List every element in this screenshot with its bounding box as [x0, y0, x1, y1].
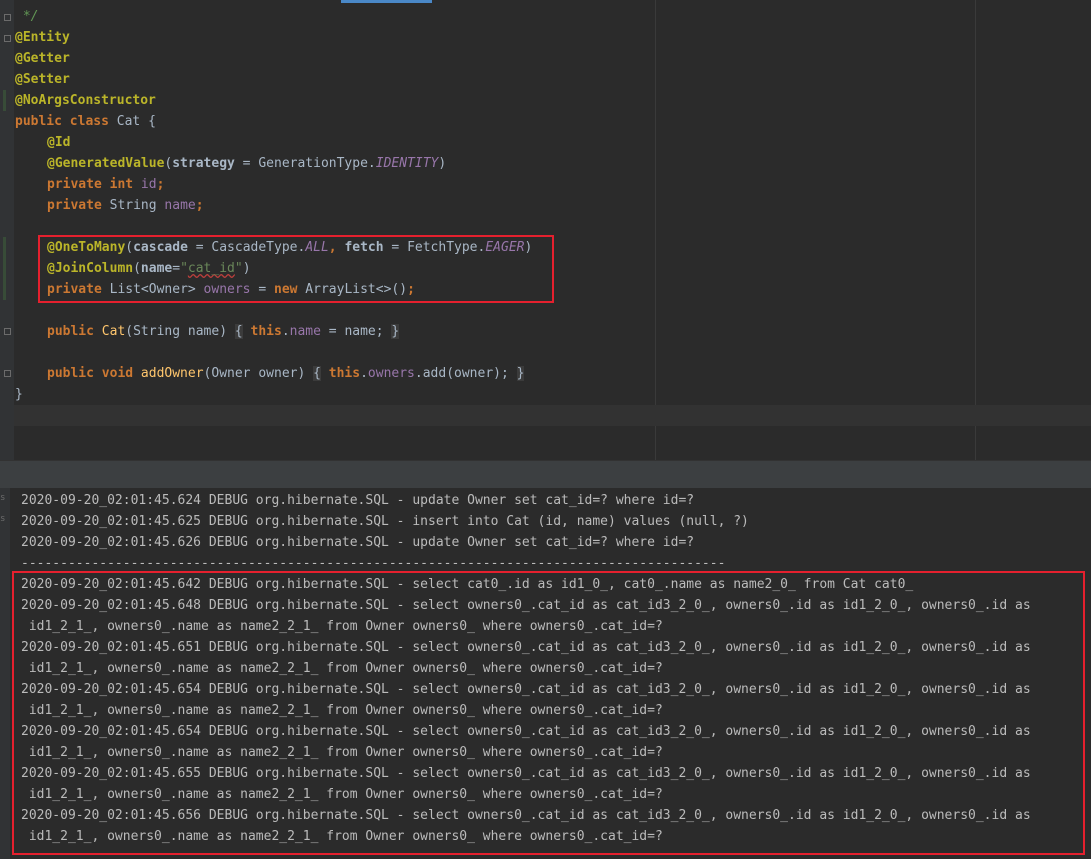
- field-name: id: [133, 177, 157, 192]
- fold-brace[interactable]: }: [516, 366, 525, 381]
- fold-icon[interactable]: [4, 14, 11, 21]
- tool-window-divider[interactable]: [0, 460, 1091, 489]
- log-line: 2020-09-20_02:01:45.626 DEBUG org.hibern…: [21, 535, 695, 550]
- fold-brace[interactable]: {: [313, 366, 321, 381]
- vcs-change-marker: [3, 237, 6, 300]
- field-name: name: [289, 324, 321, 339]
- parameters: (Owner owner): [203, 366, 314, 381]
- code-line[interactable]: @Entity: [15, 27, 70, 48]
- parameters: (String name): [125, 324, 235, 339]
- code-line[interactable]: private String name;: [47, 195, 204, 216]
- code-line[interactable]: public void addOwner(Owner owner) { this…: [47, 363, 525, 384]
- field-name: owners: [367, 366, 415, 381]
- gutter-glyph: s: [0, 514, 6, 524]
- code-text: .add(owner);: [414, 366, 517, 381]
- comment: */: [15, 9, 39, 24]
- code-text: = GenerationType.: [234, 156, 376, 171]
- code-line[interactable]: @Id: [47, 132, 70, 153]
- console-gutter: [0, 488, 10, 859]
- brace: {: [148, 114, 156, 129]
- keyword: this: [328, 366, 361, 381]
- brace: }: [15, 387, 23, 402]
- code-line[interactable]: @Setter: [15, 69, 70, 90]
- code-text: .: [281, 324, 290, 339]
- attribute-name: strategy: [172, 156, 235, 171]
- code-line[interactable]: @NoArgsConstructor: [15, 90, 156, 111]
- code-line[interactable]: private int id;: [47, 174, 164, 195]
- visual-guide: [975, 0, 976, 460]
- editor-gutter[interactable]: [0, 0, 14, 460]
- fold-brace[interactable]: }: [391, 324, 400, 339]
- keyword: public class: [15, 114, 109, 129]
- current-line-highlight: [14, 405, 1091, 426]
- code-text: .: [360, 366, 368, 381]
- enum-constant: IDENTITY: [375, 156, 439, 171]
- keyword: private int: [47, 177, 134, 192]
- keyword: this: [250, 324, 282, 339]
- gutter-glyph: s: [0, 493, 6, 503]
- fold-icon[interactable]: [4, 328, 11, 335]
- annotation: @NoArgsConstructor: [15, 93, 156, 108]
- annotation: @Id: [47, 135, 71, 150]
- annotation: @Setter: [15, 72, 70, 87]
- code-text: = name;: [320, 324, 392, 339]
- log-line: 2020-09-20_02:01:45.624 DEBUG org.hibern…: [21, 493, 695, 508]
- highlight-box-annotations: [38, 235, 554, 303]
- field-name: name: [164, 198, 196, 213]
- semicolon: ;: [156, 177, 165, 192]
- vcs-change-marker: [3, 90, 6, 111]
- right-margin-guide: [655, 0, 656, 460]
- console-output[interactable]: s s 2020-09-20_02:01:45.624 DEBUG org.hi…: [0, 488, 1091, 859]
- paren: ): [438, 156, 447, 171]
- code-line[interactable]: @Getter: [15, 48, 70, 69]
- code-editor[interactable]: */ @Entity @Getter @Setter @NoArgsConstr…: [0, 0, 1091, 460]
- code-line[interactable]: public Cat(String name) { this.name = na…: [47, 321, 400, 342]
- method-name: Cat: [93, 324, 126, 339]
- code-line[interactable]: */: [15, 6, 39, 27]
- keyword: public void: [47, 366, 134, 381]
- active-tab-indicator: [341, 0, 432, 3]
- semicolon: ;: [195, 198, 204, 213]
- annotation: @Entity: [15, 30, 70, 45]
- code-line[interactable]: public class Cat {: [15, 111, 156, 132]
- fold-icon[interactable]: [4, 370, 11, 377]
- log-line: 2020-09-20_02:01:45.625 DEBUG org.hibern…: [21, 514, 749, 529]
- annotation: @GeneratedValue: [47, 156, 165, 171]
- method-name: addOwner: [133, 366, 204, 381]
- code-line[interactable]: @GeneratedValue(strategy = GenerationTyp…: [47, 153, 446, 174]
- keyword: private: [47, 198, 102, 213]
- highlight-box-select-queries: [12, 571, 1085, 855]
- fold-icon[interactable]: [4, 35, 11, 42]
- type-name: String: [101, 198, 165, 213]
- keyword: public: [47, 324, 94, 339]
- code-line[interactable]: }: [15, 384, 23, 405]
- annotation: @Getter: [15, 51, 70, 66]
- class-name: Cat: [108, 114, 149, 129]
- fold-brace[interactable]: {: [234, 324, 243, 339]
